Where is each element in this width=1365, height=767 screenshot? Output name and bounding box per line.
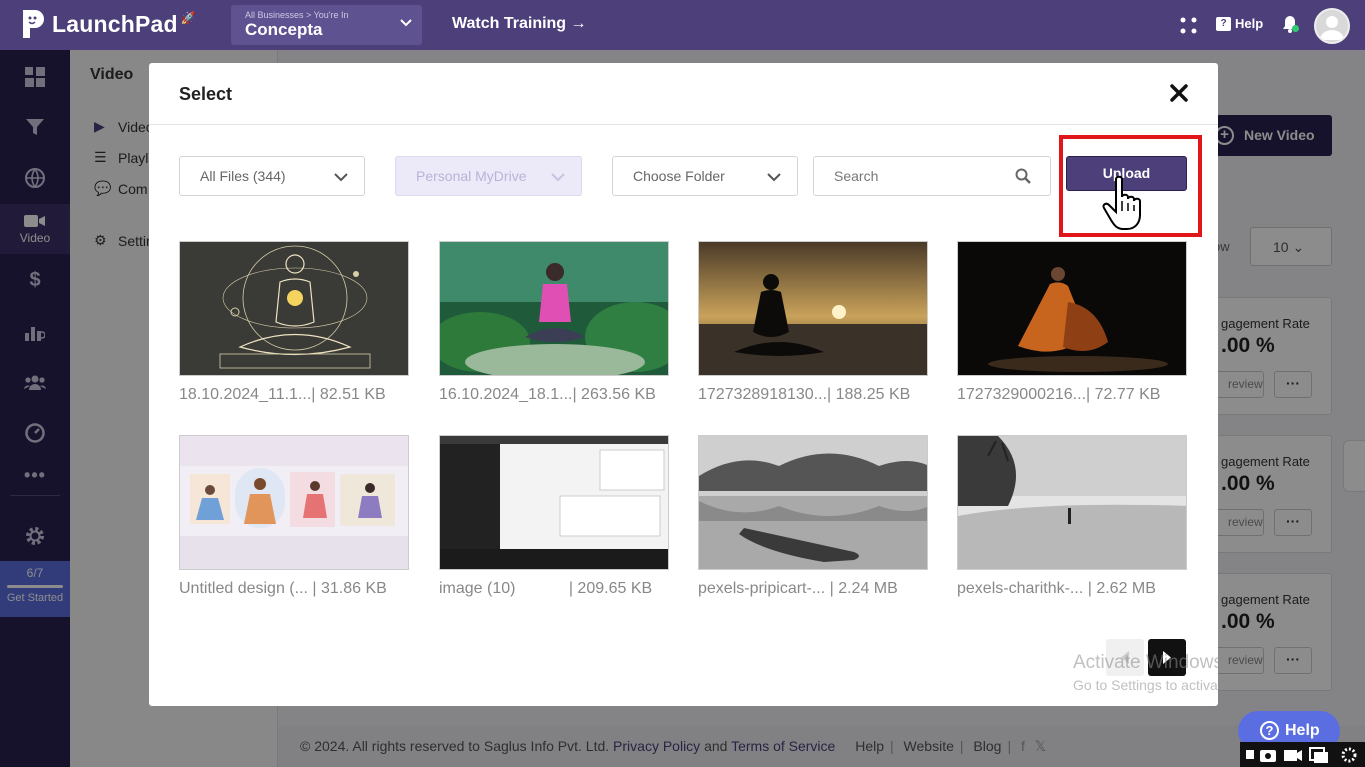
file-size: | 263.56 KB <box>572 386 656 403</box>
folder-dropdown[interactable]: Choose Folder <box>612 156 798 196</box>
file-size: | 2.62 MB <box>1087 580 1156 597</box>
help-icon: ? <box>1216 16 1231 31</box>
file-thumbnail[interactable] <box>698 435 928 570</box>
user-icon <box>1320 16 1344 40</box>
system-tray <box>1240 742 1365 767</box>
select-media-modal: Select All Files (344) Personal MyDrive … <box>149 63 1218 706</box>
logo-icon <box>23 10 44 38</box>
dancer-image <box>958 242 1186 375</box>
drive-dropdown[interactable]: Personal MyDrive <box>395 156 582 196</box>
file-size: | 72.77 KB <box>1086 386 1161 403</box>
hand-cursor-icon <box>1102 175 1141 230</box>
file-caption: image (10) | 209.65 KB <box>439 580 679 598</box>
file-caption: pexels-pripicart-... | 2.24 MB <box>698 580 938 598</box>
beach-image <box>958 436 1186 569</box>
modal-header: Select <box>149 63 1218 125</box>
file-type-value: All Files (344) <box>200 168 286 184</box>
launchpad-logo[interactable]: LaunchPad 🚀 <box>20 8 196 40</box>
watermark-line-1: Activate Windows <box>1073 652 1223 673</box>
file-thumbnail[interactable] <box>957 435 1187 570</box>
file-size: | 31.86 KB <box>312 580 387 597</box>
help-circle-icon: ? <box>1260 721 1279 740</box>
file-caption: Untitled design (... | 31.86 KB <box>179 580 419 598</box>
file-size: | 188.25 KB <box>827 386 911 403</box>
file-caption: 1727329000216...| 72.77 KB <box>957 386 1197 404</box>
file-name: pexels-charithk-... <box>957 580 1084 597</box>
search-icon[interactable] <box>1015 168 1031 184</box>
chevron-down-icon <box>767 173 781 182</box>
folder-value: Choose Folder <box>633 168 725 184</box>
file-thumbnail[interactable] <box>179 241 409 376</box>
chevron-down-icon <box>334 173 348 182</box>
drive-value: Personal MyDrive <box>416 168 527 184</box>
business-selector[interactable]: All Businesses > You're In Concepta <box>231 5 422 45</box>
meditation-illustration <box>180 242 408 375</box>
rocket-icon: 🚀 <box>180 11 196 25</box>
file-name: pexels-pripicart-... <box>698 580 826 597</box>
business-name: Concepta <box>245 20 323 39</box>
lake-boat-image <box>699 436 927 569</box>
file-type-dropdown[interactable]: All Files (344) <box>179 156 365 196</box>
apps-grid-icon[interactable] <box>1180 17 1197 34</box>
tray-icons <box>1246 747 1357 763</box>
file-name: Untitled design (... <box>179 580 308 597</box>
chevron-down-icon <box>400 19 412 27</box>
help-label: Help <box>1235 16 1264 31</box>
file-thumbnail[interactable] <box>439 241 669 376</box>
chevron-down-icon <box>551 173 565 182</box>
file-name: image (10) <box>439 580 516 597</box>
screen-recording-image <box>440 436 668 569</box>
business-breadcrumb: All Businesses > You're In <box>245 10 349 20</box>
help-link[interactable]: ? Help <box>1216 16 1263 31</box>
file-size: | 82.51 KB <box>311 386 386 403</box>
top-bar: LaunchPad 🚀 All Businesses > You're In C… <box>0 0 1365 50</box>
sunset-silhouette-image <box>699 242 927 375</box>
close-icon[interactable] <box>1167 81 1191 105</box>
file-name: 16.10.2024_18.1... <box>439 386 573 403</box>
search-placeholder: Search <box>834 168 879 184</box>
file-thumbnail[interactable] <box>957 241 1187 376</box>
floating-help-label: Help <box>1285 722 1320 739</box>
file-size: | 2.24 MB <box>829 580 898 597</box>
file-caption: 1727328918130...| 188.25 KB <box>698 386 938 404</box>
file-thumbnail[interactable] <box>439 435 669 570</box>
file-caption: 18.10.2024_11.1...| 82.51 KB <box>179 386 419 404</box>
file-caption: pexels-charithk-... | 2.62 MB <box>957 580 1197 598</box>
file-thumbnail[interactable] <box>698 241 928 376</box>
windows-activation-watermark: Activate Windows Go to Settings to activ… <box>1073 652 1294 696</box>
search-input[interactable]: Search <box>813 156 1051 196</box>
avatar[interactable] <box>1314 8 1350 44</box>
file-size: | 209.65 KB <box>568 580 653 597</box>
file-name: 18.10.2024_11.1... <box>179 386 312 403</box>
file-thumbnail[interactable] <box>179 435 409 570</box>
file-name: 1727328918130... <box>698 386 828 403</box>
watermark-line-2: Go to Settings to activate Windows. <box>1073 677 1294 693</box>
app-name: LaunchPad <box>52 10 178 37</box>
file-caption: 16.10.2024_18.1...| 263.56 KB <box>439 386 679 404</box>
notification-dot <box>1292 25 1299 32</box>
watch-training-link[interactable]: Watch Training → <box>452 15 587 33</box>
modal-title: Select <box>179 84 233 104</box>
forest-meditation-image <box>440 242 668 375</box>
yoga-collage-image <box>180 436 408 569</box>
file-name: 1727329000216... <box>957 386 1087 403</box>
